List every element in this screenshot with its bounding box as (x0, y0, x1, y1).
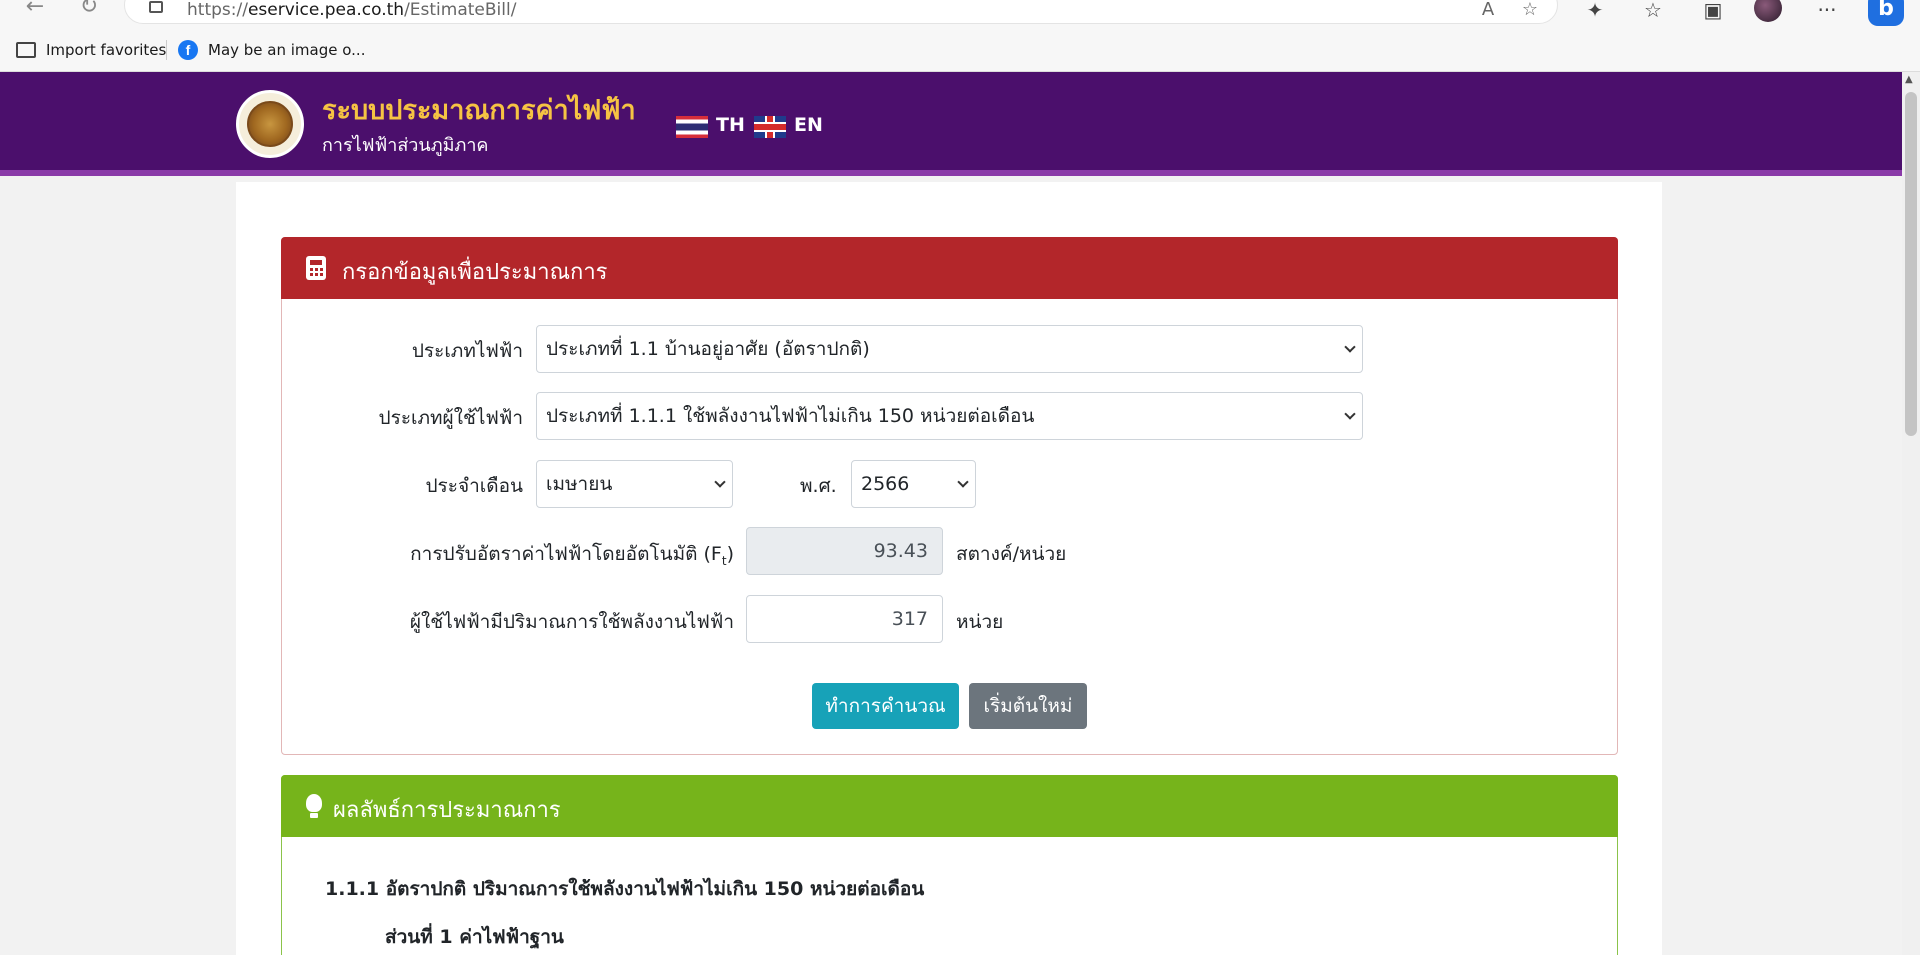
user-type-value: ประเภทที่ 1.1.1 ใช้พลังงานไฟฟ้าไม่เกิน 1… (546, 405, 1035, 427)
favorite-import[interactable]: Import favorites (16, 38, 166, 62)
favorite-label: Import favorites (46, 41, 167, 59)
result-panel-title: ผลลัพธ์การประมาณการ (333, 798, 561, 823)
calculator-icon (306, 256, 326, 280)
thai-flag-icon[interactable] (676, 116, 708, 138)
electricity-type-value: ประเภทที่ 1.1 บ้านอยู่อาศัย (อัตราปกติ) (546, 338, 870, 360)
favorites-icon[interactable]: ☆ (1638, 0, 1668, 24)
favorite-facebook[interactable]: f May be an image o... (178, 38, 365, 62)
lang-en-link[interactable]: EN (794, 114, 823, 136)
lightbulb-icon (306, 794, 322, 818)
site-subtitle: การไฟฟ้าส่วนภูมิภาค (322, 135, 489, 156)
result-section-1: ส่วนที่ 1 ค่าไฟฟ้าฐาน (385, 926, 564, 948)
address-bar[interactable]: https://eservice.pea.co.th/EstimateBill/… (124, 0, 1558, 24)
reset-button[interactable]: เริ่มต้นใหม่ (969, 683, 1087, 729)
lang-th-link[interactable]: TH (716, 114, 745, 136)
favorite-label: May be an image o... (208, 41, 366, 59)
electricity-type-select[interactable]: ประเภทที่ 1.1 บ้านอยู่อาศัย (อัตราปกติ) (536, 325, 1363, 373)
month-value: เมษายน (546, 473, 613, 495)
user-type-label: ประเภทผู้ใช้ไฟฟ้า (378, 407, 523, 429)
ft-unit: สตางค์/หน่วย (956, 543, 1067, 565)
year-value: 2566 (861, 473, 910, 495)
form-panel-title: กรอกข้อมูลเพื่อประมาณการ (342, 260, 608, 285)
result-heading: 1.1.1 อัตราปกติ ปริมาณการใช้พลังงานไฟฟ้า… (325, 878, 925, 900)
chevron-down-icon (957, 476, 969, 488)
calculate-button[interactable]: ทำการคำนวณ (812, 683, 959, 729)
extensions-icon[interactable]: ✦ (1580, 0, 1610, 24)
profile-avatar[interactable] (1754, 0, 1782, 22)
back-icon[interactable]: ← (20, 0, 50, 20)
user-type-select[interactable]: ประเภทที่ 1.1.1 ใช้พลังงานไฟฟ้าไม่เกิน 1… (536, 392, 1363, 440)
chevron-down-icon (1344, 408, 1356, 420)
read-aloud-icon[interactable]: A (1475, 0, 1501, 23)
refresh-icon[interactable]: ↻ (74, 0, 104, 20)
chevron-down-icon (1344, 341, 1356, 353)
favorites-divider (166, 40, 167, 60)
ft-label: การปรับอัตราค่าไฟฟ้าโดยอัตโนมัติ (Ft) (410, 543, 734, 568)
site-title: ระบบประมาณการค่าไฟฟ้า (322, 95, 636, 126)
favorite-star-icon[interactable]: ☆ (1517, 0, 1543, 23)
more-icon[interactable]: ··· (1812, 0, 1842, 24)
uk-flag-icon[interactable] (754, 116, 786, 138)
browser-toolbar: ← ↻ https://eservice.pea.co.th/EstimateB… (0, 0, 1920, 72)
usage-unit: หน่วย (956, 611, 1004, 633)
usage-label: ผู้ใช้ไฟฟ้ามีปริมาณการใช้พลังงานไฟฟ้า (409, 611, 734, 633)
scroll-up-icon[interactable]: ▲ (1905, 74, 1913, 85)
year-label: พ.ศ. (800, 475, 837, 497)
usage-input[interactable]: 317 (746, 595, 943, 643)
month-label: ประจำเดือน (425, 475, 523, 497)
chevron-down-icon (714, 476, 726, 488)
facebook-icon: f (178, 40, 198, 60)
year-select[interactable]: 2566 (851, 460, 976, 508)
lock-icon (149, 1, 163, 13)
pea-logo (236, 90, 304, 158)
electricity-type-label: ประเภทไฟฟ้า (411, 340, 523, 362)
import-icon (16, 42, 36, 58)
ft-value-field: 93.43 (746, 527, 943, 575)
scrollbar-thumb[interactable] (1905, 92, 1917, 436)
url-text: https://eservice.pea.co.th/EstimateBill/ (187, 0, 517, 20)
bing-icon[interactable]: b (1868, 0, 1904, 26)
collections-icon[interactable]: ▣ (1698, 0, 1728, 24)
month-select[interactable]: เมษายน (536, 460, 733, 508)
